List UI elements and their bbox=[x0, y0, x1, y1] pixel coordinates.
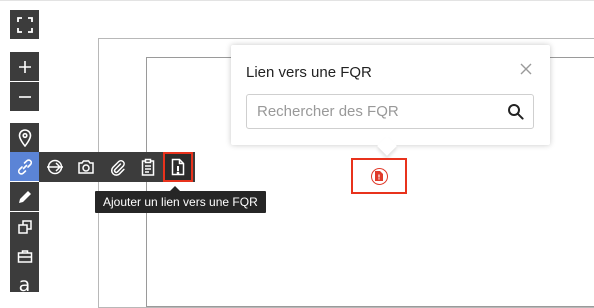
draw-button[interactable] bbox=[10, 182, 39, 211]
attachment-button[interactable] bbox=[101, 152, 132, 182]
search-icon[interactable] bbox=[507, 103, 524, 120]
shapes-icon bbox=[17, 219, 32, 234]
location-pin-icon bbox=[18, 128, 31, 147]
zoom-in-button[interactable] bbox=[10, 52, 39, 81]
clipboard-icon bbox=[141, 158, 154, 176]
location-button[interactable] bbox=[10, 123, 39, 152]
link-button[interactable] bbox=[10, 152, 39, 181]
fqr-link-popup: Lien vers une FQR bbox=[231, 45, 550, 145]
photo-button[interactable] bbox=[70, 152, 101, 182]
fqr-pin-icon[interactable] bbox=[370, 167, 388, 185]
add-fqr-link-button[interactable] bbox=[163, 152, 193, 182]
fqr-pin-highlight[interactable] bbox=[351, 158, 407, 194]
fqr-pin-glyph-icon bbox=[375, 171, 383, 181]
fqr-document-icon bbox=[171, 158, 185, 176]
text-icon: a bbox=[18, 274, 31, 296]
link-icon bbox=[17, 158, 32, 175]
fullscreen-button[interactable] bbox=[10, 10, 39, 39]
zoom-out-button[interactable] bbox=[10, 82, 39, 111]
link-submenu bbox=[39, 152, 195, 182]
fqr-search-box bbox=[246, 94, 534, 129]
pencil-icon bbox=[18, 190, 31, 203]
paperclip-icon bbox=[110, 159, 125, 176]
minus-icon bbox=[18, 95, 31, 98]
clipboard-button[interactable] bbox=[132, 152, 163, 182]
top-divider bbox=[0, 0, 594, 1]
text-button[interactable]: a bbox=[10, 270, 39, 296]
shapes-button[interactable] bbox=[10, 212, 39, 241]
close-icon[interactable] bbox=[518, 61, 534, 77]
fqr-search-input[interactable] bbox=[257, 95, 497, 128]
direction-button[interactable] bbox=[39, 152, 70, 182]
camera-icon bbox=[77, 160, 94, 174]
plus-icon bbox=[18, 60, 31, 73]
fqr-link-tooltip: Ajouter un lien vers une FQR bbox=[95, 186, 266, 213]
toolbox-icon bbox=[17, 249, 32, 263]
direction-icon bbox=[46, 159, 63, 175]
fullscreen-icon bbox=[16, 16, 33, 33]
popup-title: Lien vers une FQR bbox=[246, 64, 372, 81]
equipment-button[interactable] bbox=[10, 241, 39, 270]
